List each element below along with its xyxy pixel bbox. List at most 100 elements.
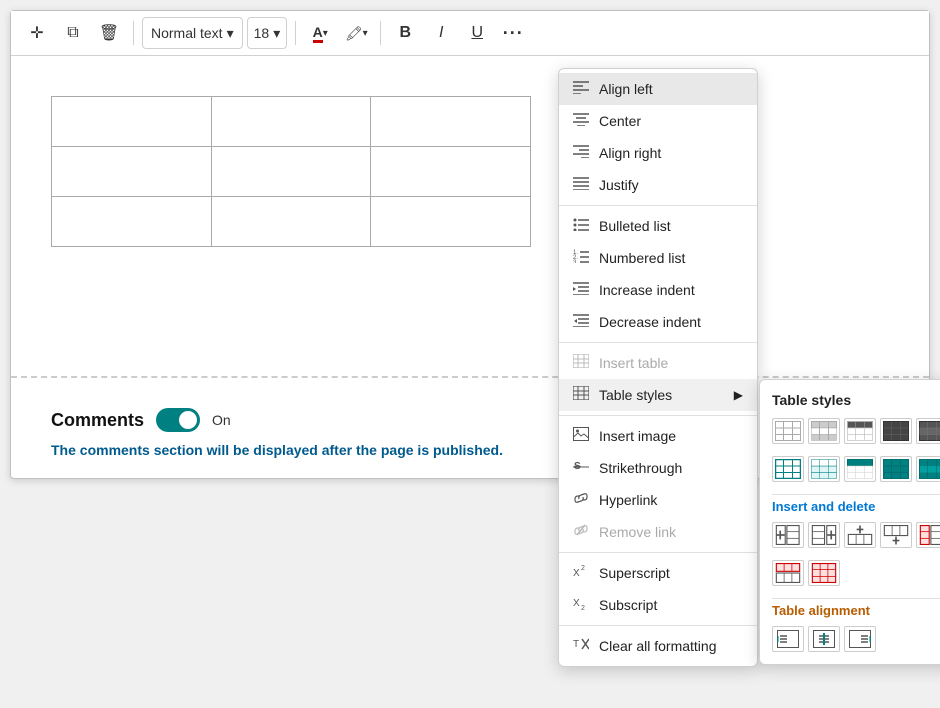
table-cell[interactable] bbox=[211, 147, 371, 197]
menu-label-decrease-indent: Decrease indent bbox=[599, 314, 701, 330]
underline-button[interactable]: U bbox=[461, 17, 493, 49]
insert-delete-grid bbox=[772, 522, 940, 548]
table-style-striped[interactable] bbox=[808, 418, 840, 444]
insert-col-left-btn[interactable] bbox=[772, 522, 804, 548]
svg-text:X: X bbox=[573, 598, 580, 609]
hyperlink-icon bbox=[573, 491, 589, 509]
menu-item-increase-indent[interactable]: Increase indent bbox=[559, 274, 757, 306]
separator-5 bbox=[559, 625, 757, 626]
menu-item-clear-formatting[interactable]: T Clear all formatting bbox=[559, 630, 757, 662]
menu-label-numbered-list: Numbered list bbox=[599, 250, 685, 266]
menu-item-align-right[interactable]: Align right bbox=[559, 137, 757, 169]
table-cell[interactable] bbox=[371, 97, 531, 147]
center-icon bbox=[573, 112, 589, 130]
menu-label-insert-image: Insert image bbox=[599, 428, 676, 444]
table-style-teal-striped[interactable] bbox=[808, 456, 840, 482]
menu-item-bulleted-list[interactable]: Bulleted list bbox=[559, 210, 757, 242]
insert-row-below-btn[interactable] bbox=[880, 522, 912, 548]
menu-item-subscript[interactable]: X2 Subscript bbox=[559, 589, 757, 621]
increase-indent-icon bbox=[573, 281, 589, 299]
table-style-teal-alt[interactable] bbox=[916, 456, 940, 482]
table-cell[interactable] bbox=[52, 197, 212, 247]
move-button[interactable]: ✛ bbox=[21, 17, 53, 49]
table-cell[interactable] bbox=[52, 147, 212, 197]
table-style-teal-solid[interactable] bbox=[880, 456, 912, 482]
bulleted-list-icon bbox=[573, 217, 589, 235]
style-selector[interactable]: Normal text ▾ bbox=[142, 17, 243, 49]
menu-label-increase-indent: Increase indent bbox=[599, 282, 695, 298]
table-style-teal-outline[interactable] bbox=[772, 456, 804, 482]
delete-row-btn[interactable] bbox=[772, 560, 804, 586]
underline-label: U bbox=[471, 24, 483, 42]
justify-icon bbox=[573, 176, 589, 194]
table-style-dark-header[interactable] bbox=[844, 418, 876, 444]
arrow-icon: ▶ bbox=[734, 388, 743, 402]
divider-3 bbox=[380, 21, 381, 45]
align-left-btn[interactable] bbox=[772, 626, 804, 652]
svg-text:2: 2 bbox=[581, 605, 585, 610]
table-row bbox=[52, 97, 531, 147]
align-center-btn[interactable] bbox=[808, 626, 840, 652]
table-cell[interactable] bbox=[371, 147, 531, 197]
delete-button[interactable]: 🗑 bbox=[93, 17, 125, 49]
menu-label-align-left: Align left bbox=[599, 81, 653, 97]
menu-item-numbered-list[interactable]: 1.2.3. Numbered list bbox=[559, 242, 757, 274]
menu-item-align-left[interactable]: Align left bbox=[559, 73, 757, 105]
submenu-separator-1 bbox=[772, 494, 940, 495]
italic-button[interactable]: I bbox=[425, 17, 457, 49]
style-chevron: ▾ bbox=[227, 25, 234, 42]
page-break bbox=[11, 376, 929, 378]
separator-4 bbox=[559, 552, 757, 553]
insert-row-above-btn[interactable] bbox=[844, 522, 876, 548]
table-style-plain[interactable] bbox=[772, 418, 804, 444]
numbered-list-icon: 1.2.3. bbox=[573, 249, 589, 267]
editor-body[interactable] bbox=[11, 56, 929, 356]
menu-label-hyperlink: Hyperlink bbox=[599, 492, 657, 508]
comments-label: Comments bbox=[51, 410, 144, 431]
text-color-button[interactable]: A ▾ bbox=[304, 17, 336, 49]
subscript-icon: X2 bbox=[573, 596, 589, 614]
menu-label-align-right: Align right bbox=[599, 145, 661, 161]
more-button[interactable]: ··· bbox=[497, 17, 529, 49]
table-cell[interactable] bbox=[211, 197, 371, 247]
svg-text:2: 2 bbox=[581, 565, 585, 572]
svg-text:3.: 3. bbox=[573, 260, 578, 263]
bold-button[interactable]: B bbox=[389, 17, 421, 49]
duplicate-button[interactable]: ⧉ bbox=[57, 17, 89, 49]
menu-label-strikethrough: Strikethrough bbox=[599, 460, 682, 476]
table-style-teal-header[interactable] bbox=[844, 456, 876, 482]
remove-link-icon bbox=[573, 523, 589, 541]
menu-item-insert-table: Insert table bbox=[559, 347, 757, 379]
menu-item-insert-image[interactable]: Insert image bbox=[559, 420, 757, 452]
italic-label: I bbox=[439, 24, 443, 42]
table-cell[interactable] bbox=[52, 97, 212, 147]
insert-col-right-btn[interactable] bbox=[808, 522, 840, 548]
align-right-btn[interactable] bbox=[844, 626, 876, 652]
table-style-dark[interactable] bbox=[880, 418, 912, 444]
highlight-button[interactable]: 🖍 ▾ bbox=[340, 17, 372, 49]
font-size-selector[interactable]: 18 ▾ bbox=[247, 17, 288, 49]
menu-label-justify: Justify bbox=[599, 177, 639, 193]
svg-text:T: T bbox=[573, 639, 579, 650]
menu-item-decrease-indent[interactable]: Decrease indent bbox=[559, 306, 757, 338]
menu-item-justify[interactable]: Justify bbox=[559, 169, 757, 201]
menu-item-superscript[interactable]: X2 Superscript bbox=[559, 557, 757, 589]
delete-col-btn[interactable] bbox=[916, 522, 940, 548]
table-cell[interactable] bbox=[371, 197, 531, 247]
menu-item-center[interactable]: Center bbox=[559, 105, 757, 137]
content-table bbox=[51, 96, 531, 247]
toggle-thumb bbox=[179, 411, 197, 429]
table-style-dark-striped[interactable] bbox=[916, 418, 940, 444]
comments-toggle[interactable] bbox=[156, 408, 200, 432]
insert-image-icon bbox=[573, 427, 589, 445]
superscript-icon: X2 bbox=[573, 564, 589, 582]
insert-delete-title: Insert and delete bbox=[772, 499, 940, 514]
table-cell[interactable] bbox=[211, 97, 371, 147]
insert-table-icon bbox=[573, 354, 589, 372]
menu-item-hyperlink[interactable]: Hyperlink bbox=[559, 484, 757, 516]
menu-item-strikethrough[interactable]: S Strikethrough bbox=[559, 452, 757, 484]
delete-table-btn[interactable] bbox=[808, 560, 840, 586]
menu-label-bulleted-list: Bulleted list bbox=[599, 218, 671, 234]
align-right-icon bbox=[573, 144, 589, 162]
menu-item-table-styles[interactable]: Table styles ▶ Table styles bbox=[559, 379, 757, 411]
